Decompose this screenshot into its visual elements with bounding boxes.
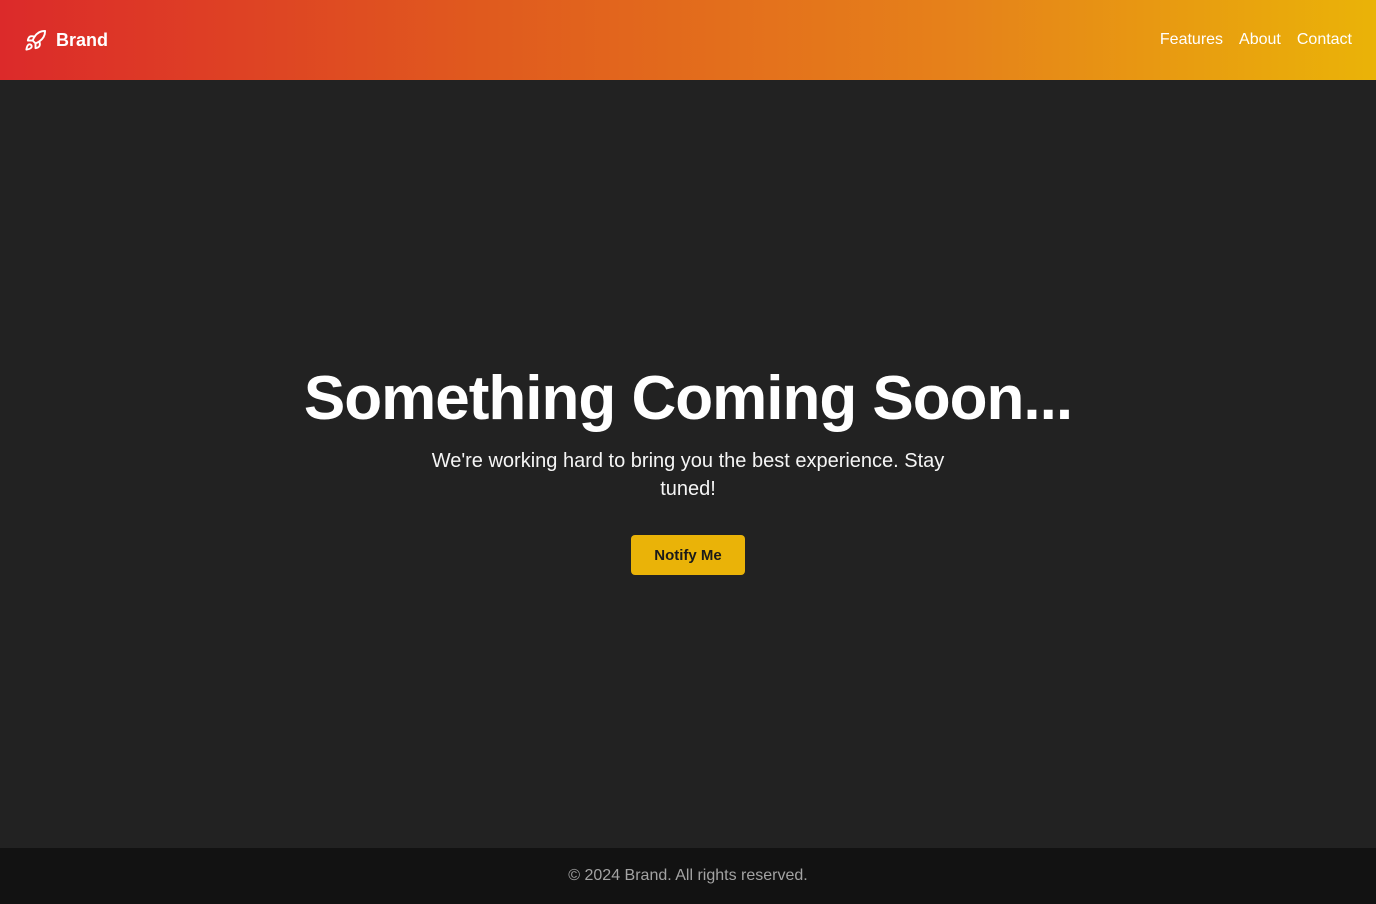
hero-section: Something Coming Soon... We're working h…	[0, 80, 1376, 848]
nav-link-features[interactable]: Features	[1160, 31, 1223, 49]
brand-name: Brand	[56, 29, 109, 50]
nav-link-about[interactable]: About	[1239, 31, 1281, 49]
copyright-text: © 2024 Brand. All rights reserved.	[568, 867, 808, 884]
hero-subtitle: We're working hard to bring you the best…	[431, 450, 945, 501]
rocket-icon	[24, 29, 47, 52]
notify-me-button[interactable]: Notify Me	[631, 535, 745, 576]
top-navbar: Brand Features About Contact	[0, 0, 1376, 80]
page-footer: © 2024 Brand. All rights reserved.	[0, 848, 1376, 904]
page: Brand Features About Contact Something C…	[0, 0, 1376, 904]
brand-link[interactable]: Brand	[24, 29, 108, 52]
nav-link-contact[interactable]: Contact	[1297, 31, 1352, 49]
main-nav: Features About Contact	[1160, 31, 1352, 49]
hero-title: Something Coming Soon...	[303, 363, 1073, 433]
